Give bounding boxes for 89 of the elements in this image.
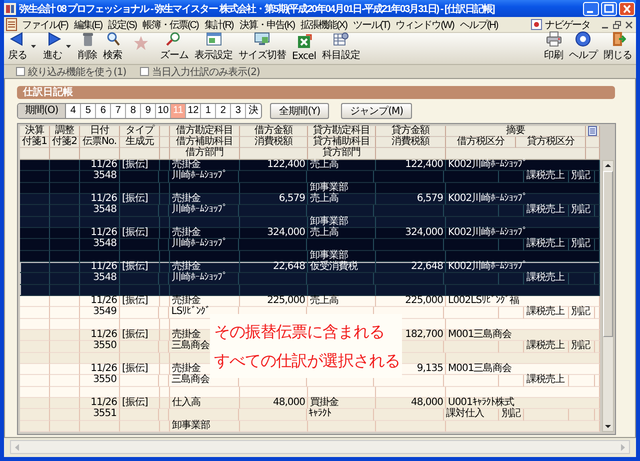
sub-account-cell: 川崎ﾎｰﾑｼｮｯﾌﾟ [169,171,239,183]
tax-note-cell: 別記 [499,409,524,421]
tax-note-cell: 別記 [569,171,596,183]
column-header: 消費税額 [240,137,308,148]
checkbox-label: 当日入力仕訳のみ表示(2) [152,66,260,78]
column-header: 借方税区分 [446,137,516,148]
column-header: 貸方勘定科目 [308,126,376,137]
column-header: タイプ [120,126,160,137]
amount-cell: 225,000 [376,296,446,308]
tax-category-cell: 課対仕入 [444,409,500,421]
type-cell: [振伝] [120,330,160,342]
sub-account-cell: 川崎ﾎｰﾑｼｮｯﾌﾟ [169,273,239,285]
type-cell: [振伝] [120,296,160,308]
type-cell: [振伝] [120,398,160,410]
department-cell: 卸事業部 [170,420,240,432]
amount-cell: 122,400 [240,160,308,172]
column-header: 借方金額 [240,126,308,137]
amount-cell: 122,400 [376,160,446,172]
amount-cell: 48,000 [240,398,308,410]
checkbox-label: 絞り込み機能を使う(1) [28,66,126,78]
voucher-number-cell: 3550 [80,341,120,353]
type-cell: [振伝] [120,262,160,274]
window-title: 弥生会計 08 プロフェッショナル - 弥生マイスター 株式会社・第5期(平成20年04月01日-平成21年03月31日) - [仕訳日記帳] [19,2,496,16]
column-header: 借方部門 [170,148,240,159]
amount-cell: 6,579 [376,194,446,206]
period-label: 期間(O) [18,104,66,118]
voucher-number-cell: 3550 [80,375,120,387]
account-cell: 売上高 [308,296,376,308]
column-header: 摘要 [446,126,586,137]
account-cell: 売上高 [308,194,376,206]
tax-category-cell: 課税売上 [524,205,570,217]
amount-cell: 6,579 [240,194,308,206]
tax-note-cell: 別記 [569,205,596,217]
tax-category-cell: 課税売上 [524,171,570,183]
date-cell: 11/26 [80,296,120,308]
column-header: 貸方金額 [376,126,446,137]
panel-title: 仕訳日記帳 [17,86,615,99]
date-cell: 11/26 [80,194,120,206]
sub-account-cell: ｷｬﾗｸﾄ [306,409,374,421]
date-cell: 11/26 [80,160,120,172]
column-header: 貸方補助科目 [308,137,376,148]
amount-cell: 324,000 [376,228,446,240]
column-header: 付箋1 [20,137,50,148]
date-cell: 11/26 [80,330,120,342]
type-cell: [振伝] [120,364,160,376]
column-header: 生成元 [120,137,160,148]
tax-note-cell: 別記 [569,239,596,251]
tax-category-cell: 課税売上 [524,273,570,285]
column-header: 借方補助科目 [170,137,240,148]
voucher-number-cell: 3548 [80,273,120,285]
tax-category-cell: 課税売上 [524,375,570,387]
tax-category-cell: 課税売上 [524,341,570,353]
voucher-number-cell: 3548 [80,239,120,251]
voucher-number-cell: 3548 [80,205,120,217]
type-cell: [振伝] [120,194,160,206]
tax-category-cell: 課税売上 [524,239,570,251]
account-cell: 買掛金 [308,398,376,410]
tax-note-cell: 別記 [569,307,596,319]
column-header: 貸方部門 [308,148,376,159]
tax-category-cell: 課税売上 [524,307,570,319]
column-header: 貸方税区分 [516,137,586,148]
column-header: 決算 [20,126,50,137]
type-cell: [振伝] [120,228,160,240]
sub-account-cell: 川崎ﾎｰﾑｼｮｯﾌﾟ [169,239,239,251]
type-cell: [振伝] [120,160,160,172]
column-header: 伝票No. [80,137,120,148]
amount-cell: 225,000 [240,296,308,308]
account-cell: 仕入高 [170,398,240,410]
account-cell: 売上高 [308,160,376,172]
voucher-number-cell: 3548 [80,171,120,183]
account-cell: 仮受消費税 [308,262,376,274]
date-cell: 11/26 [80,364,120,376]
amount-cell: 48,000 [376,398,446,410]
date-cell: 11/26 [80,398,120,410]
date-cell: 11/26 [80,262,120,274]
column-header: 借方勘定科目 [170,126,240,137]
column-header: 調整 [50,126,80,137]
amount-cell: 324,000 [240,228,308,240]
date-cell: 11/26 [80,228,120,240]
amount-cell: 22,648 [240,262,308,274]
sub-account-cell: 川崎ﾎｰﾑｼｮｯﾌﾟ [169,205,239,217]
column-header: 付箋2 [50,137,80,148]
tax-note-cell: 別記 [569,341,596,353]
voucher-number-cell: 3549 [80,307,120,319]
amount-cell: 22,648 [376,262,446,274]
column-header: 日付 [80,126,120,137]
column-header: 消費税額 [376,137,446,148]
account-cell: 売上高 [308,228,376,240]
voucher-number-cell: 3551 [80,409,120,421]
